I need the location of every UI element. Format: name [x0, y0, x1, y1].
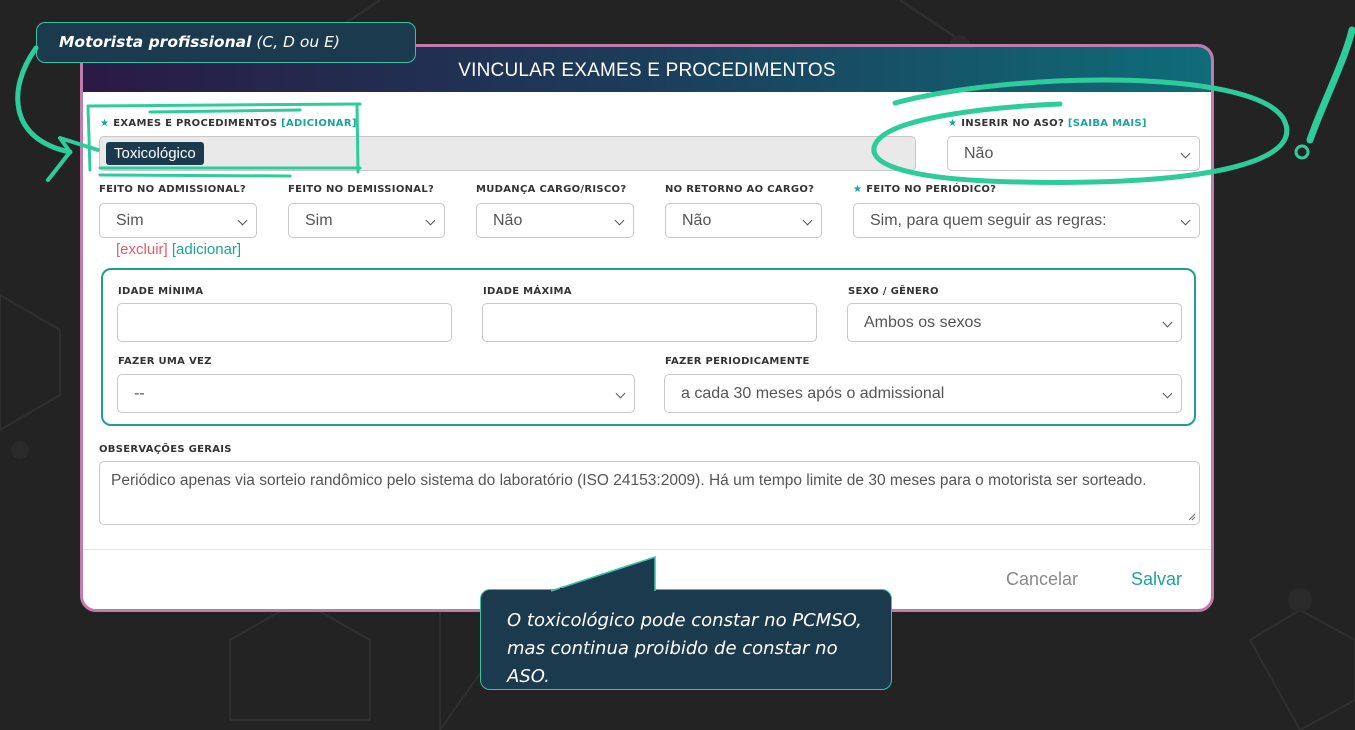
exam-tag-toxicologico[interactable]: Toxicológico — [106, 142, 204, 165]
exams-label: EXAMES E PROCEDIMENTOS — [113, 118, 278, 129]
star-icon: ★ — [853, 184, 863, 195]
chevron-down-icon — [802, 215, 813, 226]
demissional-select[interactable]: Sim — [288, 203, 445, 238]
add-rule-text: adicionar — [176, 241, 237, 258]
return-label: NO RETORNO AO CARGO? — [665, 184, 815, 195]
callout-driver-category: Motorista profissional (C, D ou E) — [36, 22, 416, 63]
link-exams-modal: VINCULAR EXAMES E PROCEDIMENTOS ★ EXAMES … — [80, 44, 1214, 612]
demissional-value: Sim — [305, 212, 333, 229]
add-rule-link[interactable]: [adicionar] — [172, 241, 241, 258]
demissional-label: FEITO NO DEMISSIONAL? — [288, 184, 435, 195]
return-value: Não — [682, 212, 712, 229]
resize-grip-icon[interactable] — [1188, 513, 1196, 521]
role-change-label: MUDANÇA CARGO/RISCO? — [476, 184, 627, 195]
callout-aso-note: O toxicológico pode constar no PCMSO, ma… — [480, 589, 892, 690]
callout-driver-rest: (C, D ou E) — [251, 33, 340, 51]
min-age-input[interactable] — [117, 303, 452, 342]
min-age-label: IDADE MÍNIMA — [118, 286, 204, 297]
max-age-input[interactable] — [482, 303, 817, 342]
star-icon: ★ — [948, 118, 958, 129]
chevron-down-icon — [614, 215, 625, 226]
sex-label: SEXO / GÊNERO — [848, 286, 939, 297]
sex-select[interactable]: Ambos os sexos — [847, 303, 1182, 342]
exams-field[interactable] — [99, 136, 916, 171]
admissional-select[interactable]: Sim — [99, 203, 257, 238]
once-label: FAZER UMA VEZ — [118, 356, 212, 367]
chevron-down-icon — [237, 215, 248, 226]
chevron-down-icon — [1180, 215, 1191, 226]
role-change-select[interactable]: Não — [476, 203, 634, 238]
periodically-select[interactable]: a cada 30 meses após o admissional — [664, 374, 1182, 413]
chevron-down-icon — [1180, 148, 1191, 159]
cancel-button[interactable]: Cancelar — [1006, 569, 1078, 590]
periodically-label: FAZER PERIODICAMENTE — [665, 356, 810, 367]
callout-driver-bold: Motorista profissional — [59, 33, 252, 51]
max-age-label: IDADE MÁXIMA — [483, 286, 572, 297]
notes-text: Periódico apenas via sorteio randômico p… — [111, 472, 1147, 489]
footer-divider — [83, 549, 1211, 550]
save-button[interactable]: Salvar — [1131, 569, 1182, 590]
sex-value: Ambos os sexos — [864, 314, 982, 331]
periodic-label: FEITO NO PERIÓDICO? — [866, 184, 997, 195]
return-select[interactable]: Não — [665, 203, 822, 238]
delete-rule-link[interactable]: [excluir] — [116, 241, 168, 258]
notes-label: OBSERVAÇÕES GERAIS — [99, 444, 232, 455]
delete-rule-text: excluir — [120, 241, 164, 258]
chevron-down-icon — [1162, 317, 1173, 328]
chevron-down-icon — [615, 388, 626, 399]
admissional-label: FEITO NO ADMISSIONAL? — [99, 184, 247, 195]
aso-label: INSERIR NO ASO? — [961, 118, 1065, 129]
rule-links: [excluir] [adicionar] — [116, 241, 241, 258]
periodic-label-row: ★ FEITO NO PERIÓDICO? — [853, 184, 996, 195]
periodic-value: Sim, para quem seguir as regras: — [870, 212, 1107, 229]
exams-label-row: ★ EXAMES E PROCEDIMENTOS [ADICIONAR] — [100, 118, 357, 129]
admissional-value: Sim — [116, 212, 144, 229]
once-value: -- — [134, 385, 145, 402]
aso-select-value: Não — [964, 145, 994, 162]
chevron-down-icon — [1162, 388, 1173, 399]
periodically-value: a cada 30 meses após o admissional — [681, 385, 945, 402]
role-change-value: Não — [493, 212, 523, 229]
aso-label-row: ★ INSERIR NO ASO? [SAIBA MAIS] — [948, 118, 1147, 129]
aso-select[interactable]: Não — [947, 136, 1200, 171]
learn-more-link[interactable]: [SAIBA MAIS] — [1068, 118, 1147, 129]
notes-textarea[interactable]: Periódico apenas via sorteio randômico p… — [99, 461, 1200, 525]
periodic-select[interactable]: Sim, para quem seguir as regras: — [853, 203, 1200, 238]
periodic-rules-box: IDADE MÍNIMA IDADE MÁXIMA SEXO / GÊNERO … — [101, 268, 1196, 426]
once-select[interactable]: -- — [117, 374, 635, 413]
add-exam-link[interactable]: [ADICIONAR] — [281, 118, 357, 129]
star-icon: ★ — [100, 118, 110, 129]
chevron-down-icon — [425, 215, 436, 226]
